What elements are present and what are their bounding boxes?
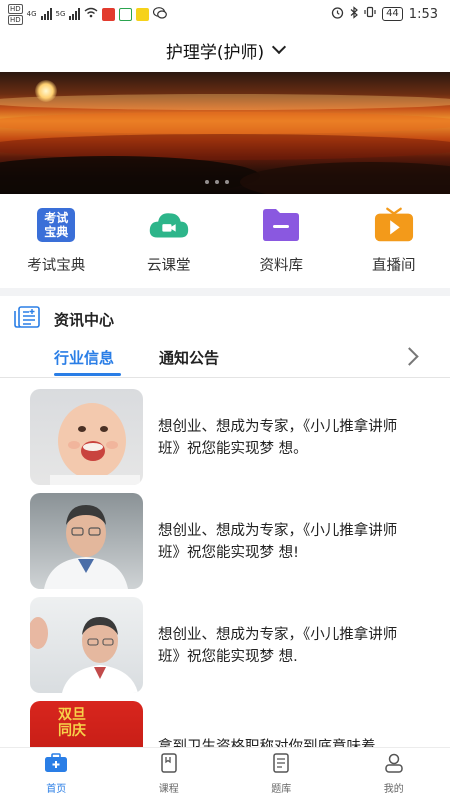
alarm-icon (331, 6, 344, 23)
cloud-layer (0, 112, 450, 134)
carousel-dot[interactable] (215, 180, 219, 184)
news-badge-icon (102, 7, 116, 21)
mountain-silhouette (0, 156, 260, 194)
tab-home[interactable]: 首页 (0, 748, 113, 800)
news-title: 想创业、想成为专家，《小儿推拿讲师班》祝您能实现梦 想. (158, 627, 398, 665)
folder-icon (261, 208, 301, 242)
status-bar: HD HD 4G 5G 44 1:53 (0, 0, 450, 28)
exam-book-icon-text-top: 考试 (44, 211, 69, 225)
network-label-4g: 4G (26, 10, 37, 18)
chat-badge-icon (153, 6, 168, 22)
vv-badge-icon (136, 7, 150, 21)
tab-profile[interactable]: 我的 (338, 748, 450, 800)
bottom-tab-bar: 首页 课程 题库 我的 (0, 747, 450, 800)
section-title: 资讯中心 (54, 310, 115, 329)
news-title: 想创业、想成为专家，《小儿推拿讲师班》祝您能实现梦 想! (158, 523, 398, 561)
news-title: 想创业、想成为专家，《小儿推拿讲师班》祝您能实现梦 想。 (158, 419, 398, 457)
active-tab-indicator (54, 373, 121, 376)
quick-nav-label: 直播间 (372, 258, 416, 274)
signal-icon-2 (69, 8, 81, 20)
news-center-header: 资讯中心 (14, 306, 114, 332)
cloud-layer (0, 94, 450, 110)
vibrate-icon (364, 6, 376, 22)
section-divider (0, 288, 450, 296)
doctor-consult-photo (30, 597, 143, 693)
chevron-right-icon[interactable] (400, 347, 419, 366)
quick-nav-label: 资料库 (259, 258, 304, 274)
home-medkit-icon (44, 753, 68, 777)
promo-photo-text: 双旦同庆 (58, 707, 86, 739)
tab-label: 题库 (271, 784, 292, 795)
quick-nav-cloud-class[interactable]: 云课堂 (113, 196, 226, 282)
battery-indicator: 44 (382, 7, 403, 21)
tab-industry-info[interactable]: 行业信息 (54, 347, 114, 368)
subject-selector[interactable]: 护理学(护师) (0, 28, 450, 72)
mountain-silhouette (240, 162, 450, 194)
list-item[interactable]: 想创业、想成为专家，《小儿推拿讲师班》祝您能实现梦 想! (0, 488, 450, 592)
carousel-dots (205, 180, 229, 184)
tab-label: 首页 (46, 784, 67, 795)
quick-nav-exam-book[interactable]: 考试 宝典 考试宝典 (0, 196, 113, 282)
carousel-dot[interactable] (225, 180, 229, 184)
tab-label: 课程 (158, 784, 179, 795)
exam-book-icon: 考试 宝典 (36, 208, 76, 242)
doctor-photo (30, 493, 143, 589)
signal-icon (40, 8, 52, 20)
baby-photo (30, 389, 143, 485)
wifi-icon (84, 7, 98, 21)
quick-nav: 考试 宝典 考试宝典 云课堂 资料库 直播间 (0, 196, 450, 282)
quick-nav-library[interactable]: 资料库 (225, 196, 338, 282)
user-icon (384, 753, 404, 777)
status-left: HD HD 4G 5G (8, 3, 168, 25)
chevron-down-icon (272, 39, 287, 55)
tab-label: 我的 (383, 784, 404, 795)
quick-nav-label: 考试宝典 (27, 258, 86, 274)
network-label-5g: 5G (55, 10, 66, 18)
tab-question-bank[interactable]: 题库 (225, 748, 338, 800)
status-right: 44 1:53 (331, 5, 438, 23)
tv-play-icon (374, 207, 414, 242)
quick-nav-label: 云课堂 (147, 258, 191, 274)
page-title: 护理学(护师) (165, 42, 265, 63)
course-book-icon (159, 753, 179, 777)
exam-book-icon-text-bottom: 宝典 (44, 225, 69, 239)
news-center-icon (14, 306, 40, 332)
list-item[interactable]: 想创业、想成为专家，《小儿推拿讲师班》祝您能实现梦 想. (0, 592, 450, 696)
tab-courses[interactable]: 课程 (113, 748, 226, 800)
list-item[interactable]: 想创业、想成为专家，《小儿推拿讲师班》祝您能实现梦 想。 (0, 384, 450, 488)
message-badge-icon (119, 7, 133, 21)
banner-carousel[interactable] (0, 72, 450, 194)
question-bank-icon (271, 753, 291, 777)
cloud-video-icon (149, 208, 189, 242)
quick-nav-live[interactable]: 直播间 (338, 196, 450, 282)
status-time: 1:53 (408, 6, 438, 22)
news-tabs: 行业信息 通知公告 (0, 340, 450, 378)
hd-indicator: HD HD (8, 3, 23, 25)
carousel-dot[interactable] (205, 180, 209, 184)
bluetooth-icon (350, 5, 358, 23)
tab-notices[interactable]: 通知公告 (159, 347, 219, 368)
